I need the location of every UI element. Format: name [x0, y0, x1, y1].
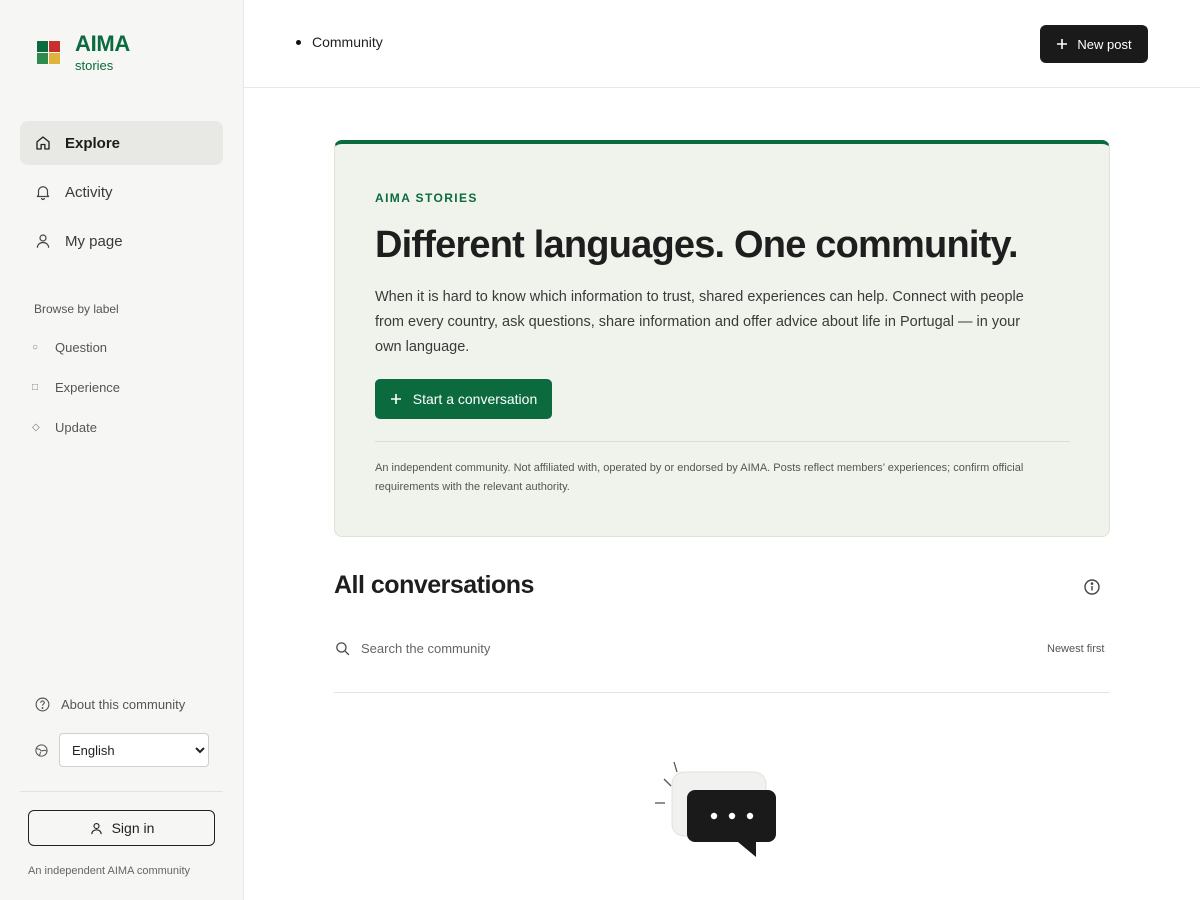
new-post-label: New post: [1077, 36, 1132, 52]
conversations-divider: [334, 692, 1110, 693]
label-item-text: Update: [55, 420, 97, 435]
main-nav: Explore Activity My page: [20, 121, 223, 268]
hero-disclaimer: An independent community. Not affiliated…: [375, 462, 1024, 493]
sidebar: AIMA stories Explore Activity My page Br…: [0, 0, 244, 900]
sign-in-label: Sign in: [111, 820, 155, 836]
home-icon: [36, 136, 50, 150]
nav-item-explore[interactable]: Explore: [20, 121, 223, 165]
nav-item-activity[interactable]: Activity: [20, 170, 223, 214]
user-icon: [90, 822, 102, 834]
globe-icon: [35, 743, 48, 757]
sign-in-button[interactable]: Sign in: [28, 810, 215, 846]
plus-icon: [1057, 39, 1068, 49]
search-icon: [336, 642, 350, 656]
sort-dropdown[interactable]: Newest first: [1047, 643, 1104, 655]
new-post-button[interactable]: New post: [1040, 25, 1148, 63]
info-icon[interactable]: [1082, 577, 1102, 597]
help-circle-icon: [35, 697, 50, 712]
top-bar: Community New post: [244, 0, 1200, 88]
label-item-update[interactable]: ◇ Update: [32, 420, 120, 460]
search-input[interactable]: [361, 641, 961, 656]
brand-logo[interactable]: AIMA stories: [37, 33, 130, 73]
chat-bubbles-icon: [655, 761, 776, 857]
search-bar: [334, 640, 1024, 657]
plus-icon: [390, 394, 401, 404]
brand-title: AIMA: [75, 31, 131, 56]
logo-mark-icon: [37, 41, 61, 65]
bullet-icon: [296, 39, 301, 45]
nav-item-my-page[interactable]: My page: [20, 219, 223, 263]
label-item-text: Question: [55, 340, 108, 355]
language-picker: English: [34, 733, 209, 767]
user-icon: [36, 234, 50, 248]
start-conversation-label: Start a conversation: [412, 391, 538, 407]
hero-title: Different languages. One community.: [375, 224, 1019, 266]
bell-icon: [36, 186, 50, 201]
about-community-link[interactable]: About this community: [34, 696, 185, 713]
hero-divider: [375, 441, 1070, 442]
browse-by-label-heading: Browse by label: [34, 302, 119, 316]
start-conversation-button[interactable]: Start a conversation: [375, 379, 552, 419]
hero-eyebrow: AIMA STORIES: [375, 191, 478, 205]
conversations-title: All conversations: [334, 571, 534, 599]
diamond-icon: ◇: [32, 422, 40, 433]
hero-body: When it is hard to know which informatio…: [375, 289, 1024, 355]
label-item-text: Experience: [55, 380, 121, 395]
circle-icon: ○: [32, 342, 39, 353]
breadcrumb-label: Community: [312, 34, 383, 50]
square-icon: □: [32, 382, 39, 393]
nav-item-label: Explore: [65, 134, 121, 152]
nav-item-label: Activity: [65, 183, 113, 201]
nav-item-label: My page: [65, 232, 123, 250]
breadcrumb: Community: [296, 34, 383, 50]
sidebar-divider: [20, 791, 223, 792]
sidebar-footer-note: An independent AIMA community: [28, 865, 191, 877]
about-community-label: About this community: [61, 697, 186, 712]
brand-subtitle: stories: [75, 58, 114, 73]
label-list: ○ Question □ Experience ◇ Update: [32, 340, 120, 460]
label-item-question[interactable]: ○ Question: [32, 340, 120, 380]
hero-card: AIMA STORIES Different languages. One co…: [334, 140, 1110, 537]
label-item-experience[interactable]: □ Experience: [32, 380, 120, 420]
language-select[interactable]: English: [59, 733, 209, 767]
